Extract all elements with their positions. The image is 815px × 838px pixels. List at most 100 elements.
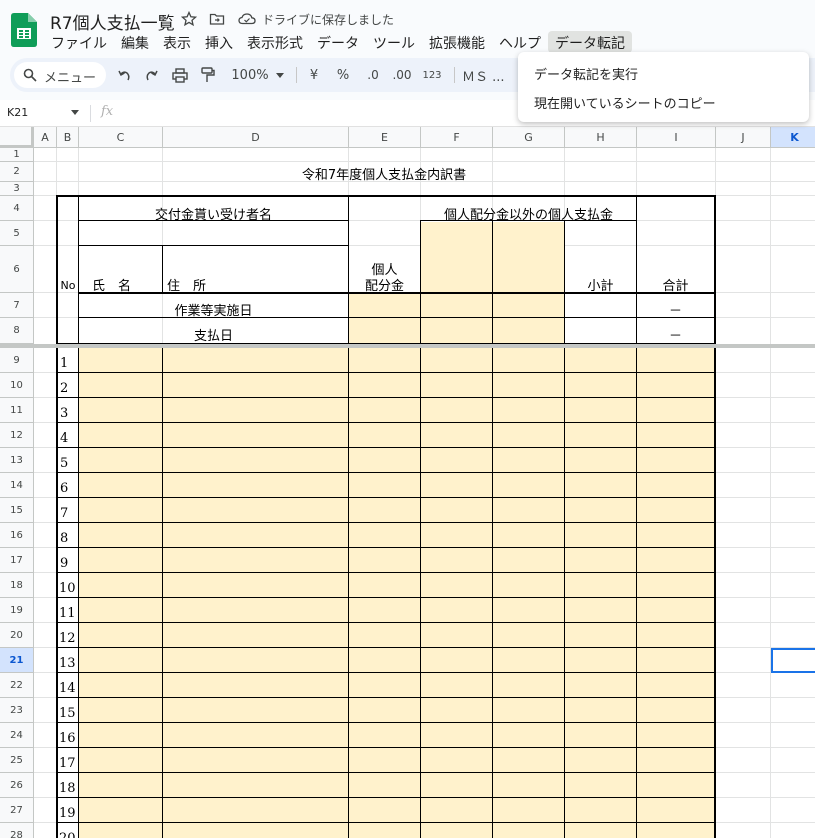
column-header-b[interactable]: B xyxy=(57,127,79,148)
table-border xyxy=(162,245,163,292)
font-family-select[interactable]: ＭＳ ... xyxy=(462,58,512,92)
entry-number: 9 xyxy=(60,556,69,571)
menu-search[interactable]: メニュー xyxy=(14,62,106,88)
row-header[interactable]: 3 xyxy=(0,182,34,196)
date-input-fill[interactable] xyxy=(349,294,564,343)
column-header-f[interactable]: F xyxy=(421,127,493,148)
column-header-h[interactable]: H xyxy=(565,127,637,148)
row-header[interactable]: 9 xyxy=(0,348,34,373)
row-header[interactable]: 2 xyxy=(0,162,34,182)
row-header[interactable]: 21 xyxy=(0,648,34,673)
redo-button[interactable] xyxy=(140,58,164,92)
row-header[interactable]: 25 xyxy=(0,748,34,773)
table-border xyxy=(56,697,716,698)
table-border xyxy=(56,522,716,523)
column-header-i[interactable]: I xyxy=(637,127,716,148)
table-border xyxy=(56,772,716,773)
row-header[interactable]: 22 xyxy=(0,673,34,698)
toolbar-divider xyxy=(296,67,297,83)
row-header[interactable]: 17 xyxy=(0,548,34,573)
row-header[interactable]: 26 xyxy=(0,773,34,798)
row-header[interactable]: 4 xyxy=(0,196,34,221)
zoom-dropdown[interactable] xyxy=(272,58,288,92)
number-format-button[interactable]: 123 xyxy=(418,58,446,92)
menu-help[interactable]: ヘルプ xyxy=(492,31,548,53)
no-label: No xyxy=(60,279,76,292)
entry-number: 6 xyxy=(60,481,69,496)
menu-option-copy-sheet[interactable]: 現在開いているシートのコピー xyxy=(534,93,716,112)
column-header-g[interactable]: G xyxy=(493,127,565,148)
menu-extensions[interactable]: 拡張機能 xyxy=(422,31,492,53)
menu-edit[interactable]: 編集 xyxy=(114,31,156,53)
menu-format[interactable]: 表示形式 xyxy=(240,31,310,53)
row-header[interactable]: 1 xyxy=(0,148,34,162)
row-header[interactable]: 15 xyxy=(0,498,34,523)
paint-format-button[interactable] xyxy=(196,58,220,92)
percent-format-button[interactable]: % xyxy=(332,58,354,92)
row-header[interactable]: 12 xyxy=(0,423,34,448)
print-icon xyxy=(172,67,188,83)
entry-number: 14 xyxy=(59,681,76,696)
menu-file[interactable]: ファイル xyxy=(44,31,114,53)
currency-format-button[interactable]: ¥ xyxy=(304,58,324,92)
menu-option-run-transfer[interactable]: データ転記を実行 xyxy=(534,64,638,83)
menu-data-transfer[interactable]: データ転記 xyxy=(548,31,632,53)
column-header-e[interactable]: E xyxy=(349,127,421,148)
sheet-grid[interactable]: A B C D E F G H I J K 1 2 3 4 5 6 7 8 9 … xyxy=(0,127,815,838)
entry-number: 16 xyxy=(59,731,76,746)
entry-number: 2 xyxy=(60,381,69,396)
menu-view[interactable]: 表示 xyxy=(156,31,198,53)
row-header[interactable]: 14 xyxy=(0,473,34,498)
table-border xyxy=(56,447,716,448)
chevron-down-icon[interactable] xyxy=(71,110,79,115)
column-header-a[interactable]: A xyxy=(34,127,57,148)
select-all-corner[interactable] xyxy=(0,127,34,148)
row-header[interactable]: 16 xyxy=(0,523,34,548)
menu-insert[interactable]: 挿入 xyxy=(198,31,240,53)
freeze-divider[interactable] xyxy=(0,344,815,348)
selected-cell-k21[interactable] xyxy=(771,648,815,673)
column-header-k[interactable]: K xyxy=(771,127,815,148)
row-header[interactable]: 18 xyxy=(0,573,34,598)
decrease-decimal-button[interactable]: .0 xyxy=(360,58,386,92)
entry-number: 10 xyxy=(59,581,76,596)
column-header-c[interactable]: C xyxy=(79,127,163,148)
row-header[interactable]: 6 xyxy=(0,246,34,293)
gridline xyxy=(770,148,771,838)
zoom-value[interactable]: 100% xyxy=(226,58,274,92)
gridline xyxy=(34,161,815,162)
row-header[interactable]: 28 xyxy=(0,823,34,838)
save-status: ドライブに保存しました xyxy=(262,13,395,27)
row-header[interactable]: 19 xyxy=(0,598,34,623)
cloud-saved-icon[interactable] xyxy=(238,11,256,27)
name-box[interactable]: K21 xyxy=(7,106,28,119)
column-header-d[interactable]: D xyxy=(163,127,349,148)
undo-button[interactable] xyxy=(112,58,136,92)
entry-number: 20 xyxy=(59,831,76,838)
table-border xyxy=(56,397,716,398)
table-border xyxy=(56,672,716,673)
entry-number: 8 xyxy=(60,531,69,546)
data-transfer-menu: データ転記を実行 現在開いているシートのコピー xyxy=(518,52,809,122)
row-header[interactable]: 11 xyxy=(0,398,34,423)
table-border xyxy=(56,547,716,548)
increase-decimal-button[interactable]: .00 xyxy=(388,58,416,92)
sheets-logo-icon[interactable] xyxy=(11,13,37,47)
menu-data[interactable]: データ xyxy=(310,31,366,53)
row-header[interactable]: 10 xyxy=(0,373,34,398)
row-header[interactable]: 27 xyxy=(0,798,34,823)
row-header[interactable]: 20 xyxy=(0,623,34,648)
other-payments-header: 個人配分金以外の個人支払金 xyxy=(443,208,613,223)
entry-number: 1 xyxy=(60,356,69,371)
row-header[interactable]: 23 xyxy=(0,698,34,723)
move-folder-icon[interactable] xyxy=(209,11,225,27)
row-header[interactable]: 8 xyxy=(0,318,34,344)
row-header[interactable]: 5 xyxy=(0,221,34,246)
row-header[interactable]: 7 xyxy=(0,293,34,318)
star-icon[interactable] xyxy=(181,11,197,27)
column-header-j[interactable]: J xyxy=(716,127,771,148)
print-button[interactable] xyxy=(168,58,192,92)
menu-tools[interactable]: ツール xyxy=(366,31,422,53)
row-header[interactable]: 24 xyxy=(0,723,34,748)
row-header[interactable]: 13 xyxy=(0,448,34,473)
